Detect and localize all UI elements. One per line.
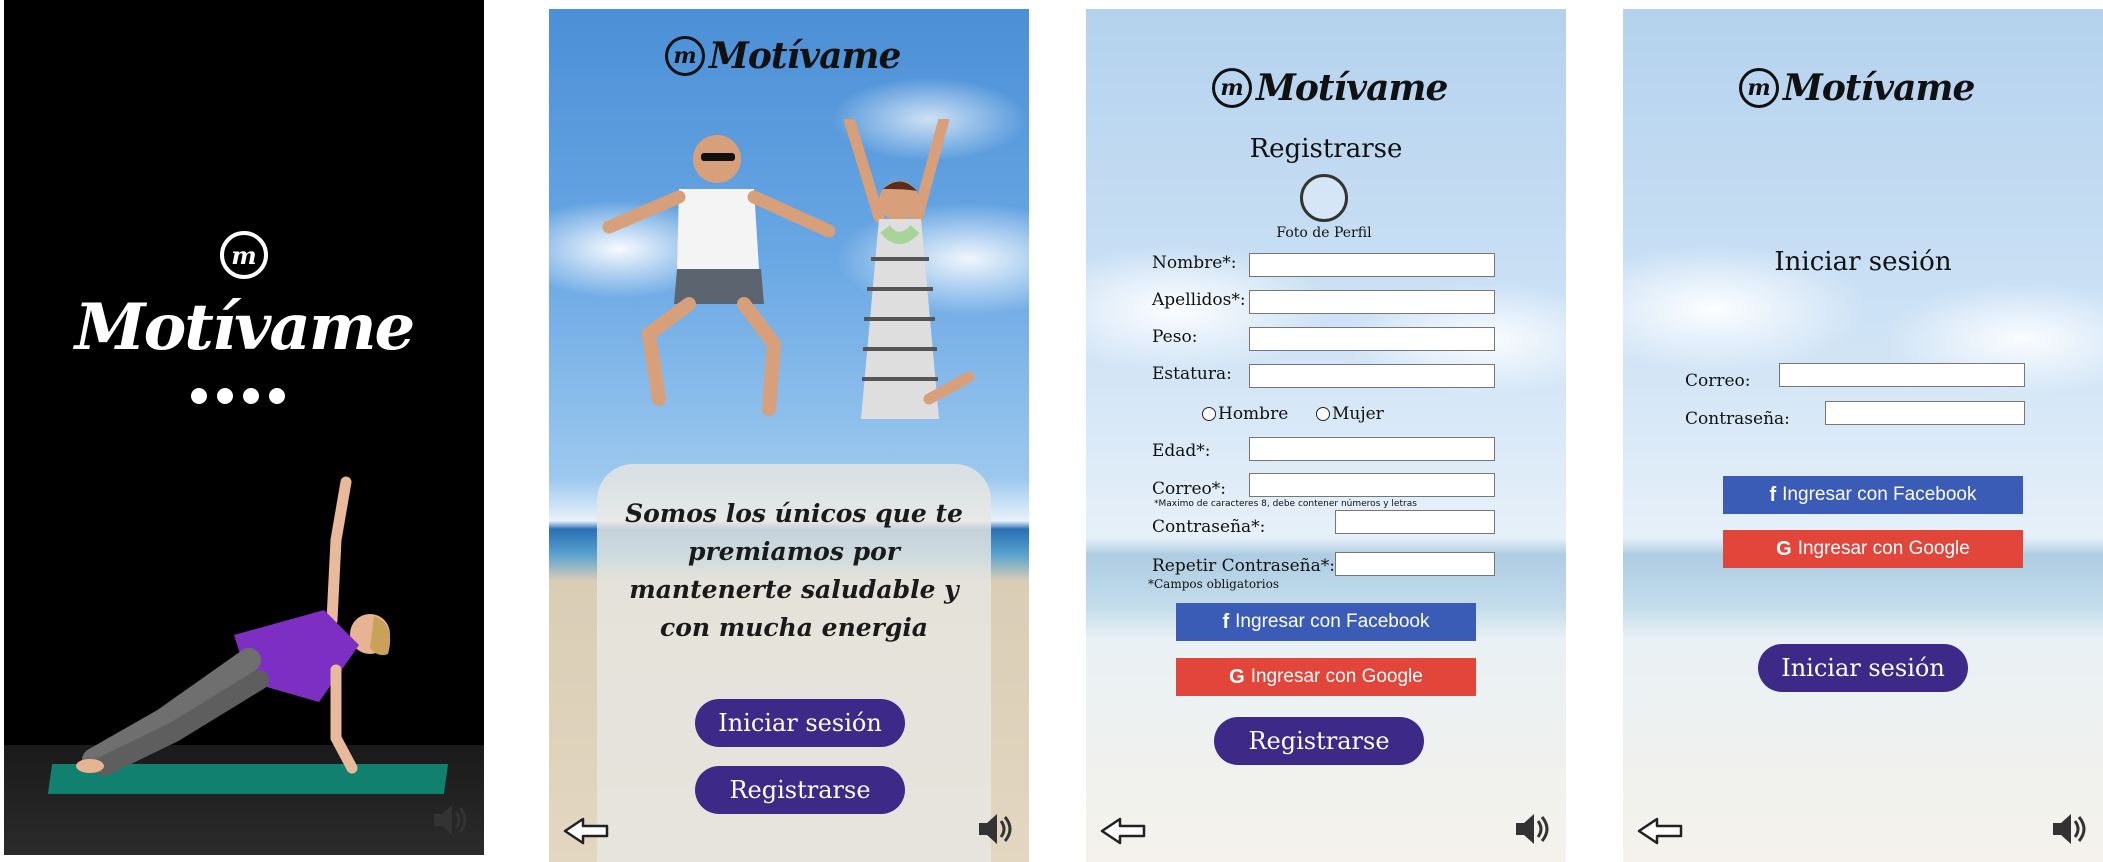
correo-input[interactable] bbox=[1249, 473, 1495, 497]
google-login-label: Ingresar con Google bbox=[1797, 538, 1970, 559]
welcome-screen: m Motívame Somos los únicos que te premi… bbox=[549, 9, 1029, 862]
register-screen: m Motívame Registrarse Foto de Perfil No… bbox=[1086, 9, 1566, 862]
logo-mark-letter: m bbox=[1220, 75, 1244, 101]
back-arrow-icon[interactable] bbox=[563, 816, 609, 846]
loading-dot bbox=[191, 388, 207, 404]
required-note: *Campos obligatorios bbox=[1148, 577, 1280, 591]
profile-photo-picker[interactable] bbox=[1300, 174, 1348, 222]
correo-input[interactable] bbox=[1779, 363, 2025, 387]
loading-indicator bbox=[191, 388, 285, 404]
jumping-people-photo bbox=[602, 119, 975, 419]
speaker-icon[interactable] bbox=[430, 802, 470, 838]
gender-male-label: Hombre bbox=[1218, 404, 1289, 424]
google-icon: G bbox=[1229, 665, 1245, 688]
loading-dot bbox=[217, 388, 233, 404]
login-submit-button[interactable]: Iniciar sesión bbox=[1758, 644, 1968, 692]
contrasena-label: Contraseña*: bbox=[1152, 517, 1266, 537]
repetir-contrasena-label: Repetir Contraseña*: bbox=[1152, 556, 1335, 576]
facebook-login-button[interactable]: f Ingresar con Facebook bbox=[1723, 476, 2023, 514]
gender-female-radio[interactable] bbox=[1316, 407, 1330, 421]
facebook-login-label: Ingresar con Facebook bbox=[1782, 484, 1977, 505]
back-arrow-icon[interactable] bbox=[1100, 816, 1146, 846]
profile-photo-label: Foto de Perfil bbox=[1276, 225, 1372, 241]
logo-mark-icon: m bbox=[1212, 68, 1252, 108]
tagline: Somos los únicos que te premiamos por ma… bbox=[625, 499, 963, 642]
gender-female-label: Mujer bbox=[1332, 404, 1384, 424]
google-login-label: Ingresar con Google bbox=[1250, 666, 1423, 687]
logo-mark-letter: m bbox=[1747, 75, 1771, 101]
logo-mark-icon: m bbox=[665, 36, 705, 76]
app-name: Motívame bbox=[74, 290, 416, 365]
page-title: Registrarse bbox=[1249, 134, 1403, 164]
splash-screen: m Motívame bbox=[4, 0, 484, 855]
google-login-button[interactable]: G Ingresar con Google bbox=[1176, 658, 1476, 696]
edad-input[interactable] bbox=[1249, 437, 1495, 461]
facebook-icon: f bbox=[1769, 483, 1777, 506]
peso-input[interactable] bbox=[1249, 327, 1495, 351]
correo-label: Correo*: bbox=[1152, 479, 1227, 499]
yoga-pose-figure bbox=[76, 476, 391, 776]
contrasena-label: Contraseña: bbox=[1685, 409, 1790, 429]
nombre-input[interactable] bbox=[1249, 253, 1495, 277]
correo-label: Correo: bbox=[1685, 371, 1751, 391]
gender-male-radio[interactable] bbox=[1202, 407, 1216, 421]
logo-mark-icon: m bbox=[1739, 68, 1779, 108]
facebook-login-label: Ingresar con Facebook bbox=[1235, 611, 1430, 632]
logo-mark-icon: m bbox=[220, 231, 268, 279]
loading-dot bbox=[269, 388, 285, 404]
loading-dot bbox=[243, 388, 259, 404]
google-icon: G bbox=[1776, 537, 1792, 560]
app-name: Motívame bbox=[709, 35, 901, 77]
speaker-icon[interactable] bbox=[2049, 811, 2089, 847]
logo: m Motívame bbox=[1212, 67, 1448, 109]
estatura-input[interactable] bbox=[1249, 364, 1495, 388]
speaker-icon[interactable] bbox=[975, 811, 1015, 847]
logo-mark-letter: m bbox=[673, 43, 697, 69]
google-login-button[interactable]: G Ingresar con Google bbox=[1723, 530, 2023, 568]
register-button[interactable]: Registrarse bbox=[695, 766, 905, 814]
repetir-contrasena-input[interactable] bbox=[1335, 552, 1495, 576]
app-name: Motívame bbox=[1783, 67, 1975, 109]
register-submit-button[interactable]: Registrarse bbox=[1214, 717, 1424, 765]
logo: m Motívame bbox=[1739, 67, 1975, 109]
peso-label: Peso: bbox=[1152, 327, 1198, 347]
contrasena-input[interactable] bbox=[1825, 401, 2025, 425]
contrasena-input[interactable] bbox=[1335, 510, 1495, 534]
estatura-label: Estatura: bbox=[1152, 364, 1232, 384]
logo: m Motívame bbox=[665, 35, 901, 77]
login-screen: m Motívame Iniciar sesión Correo: Contra… bbox=[1623, 9, 2103, 862]
app-name: Motívame bbox=[1256, 67, 1448, 109]
facebook-icon: f bbox=[1222, 610, 1230, 633]
page-title: Iniciar sesión bbox=[1774, 247, 1952, 277]
nombre-label: Nombre*: bbox=[1152, 253, 1237, 273]
apellidos-label: Apellidos*: bbox=[1152, 290, 1246, 310]
apellidos-input[interactable] bbox=[1249, 290, 1495, 314]
edad-label: Edad*: bbox=[1152, 441, 1211, 461]
back-arrow-icon[interactable] bbox=[1637, 816, 1683, 846]
password-hint: *Maximo de caracteres 8, debe contener n… bbox=[1154, 499, 1417, 509]
facebook-login-button[interactable]: f Ingresar con Facebook bbox=[1176, 603, 1476, 641]
speaker-icon[interactable] bbox=[1512, 811, 1552, 847]
login-button[interactable]: Iniciar sesión bbox=[695, 699, 905, 747]
logo-mark-letter: m bbox=[231, 240, 257, 270]
beach-background bbox=[1623, 9, 2103, 862]
